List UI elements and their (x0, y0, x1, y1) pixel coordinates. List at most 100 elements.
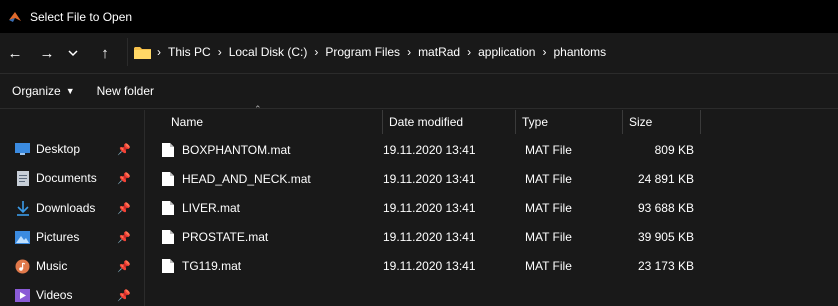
recent-locations-button[interactable] (62, 42, 84, 64)
chevron-down-icon (68, 49, 78, 56)
file-name-cell: BOXPHANTOM.mat (162, 137, 290, 163)
forward-button[interactable]: → (36, 42, 58, 64)
breadcrumb-local-disk[interactable]: Local Disk (C:) (229, 45, 308, 59)
breadcrumb-separator: › (542, 45, 547, 59)
file-type: MAT File (525, 201, 572, 215)
file-row[interactable]: PROSTATE.mat 19.11.2020 13:41 MAT File 3… (146, 224, 838, 250)
sidebar-item-label: Videos (36, 288, 73, 302)
arrow-up-icon: ↑ (101, 44, 109, 62)
pictures-icon (15, 230, 30, 245)
breadcrumb-separator: › (467, 45, 472, 59)
caret-down-icon: ▼ (65, 86, 75, 96)
pin-icon[interactable]: 📌 (117, 260, 131, 273)
back-button[interactable]: ← (4, 42, 26, 64)
command-toolbar: Organize ▼ New folder (0, 73, 838, 109)
file-type: MAT File (525, 259, 572, 273)
sidebar-item-label: Pictures (36, 230, 80, 244)
pin-icon[interactable]: 📌 (117, 143, 131, 156)
file-type: MAT File (525, 172, 572, 186)
pin-icon[interactable]: 📌 (117, 202, 131, 215)
sidebar-item-videos[interactable]: Videos 📌 (15, 282, 137, 306)
file-row[interactable]: TG119.mat 19.11.2020 13:41 MAT File 23 1… (146, 253, 838, 279)
file-date: 19.11.2020 13:41 (383, 143, 476, 157)
breadcrumb-separator: › (407, 45, 412, 59)
breadcrumb-program-files[interactable]: Program Files (325, 45, 400, 59)
videos-icon (15, 288, 30, 303)
file-icon (162, 172, 174, 186)
sidebar-item-downloads[interactable]: Downloads 📌 (15, 195, 137, 221)
column-header-label: Name (171, 115, 204, 129)
pin-icon[interactable]: 📌 (117, 172, 131, 185)
sidebar-item-label: Documents (36, 171, 97, 185)
sidebar-item-desktop[interactable]: Desktop 📌 (15, 136, 137, 162)
organize-button[interactable]: Organize ▼ (12, 84, 75, 98)
file-type: MAT File (525, 230, 572, 244)
breadcrumb-application[interactable]: application (478, 45, 535, 59)
arrow-left-icon: ← (7, 44, 23, 62)
file-size: 809 KB (654, 143, 694, 157)
breadcrumb-this-pc[interactable]: This PC (168, 45, 211, 59)
sidebar-item-label: Music (36, 259, 68, 273)
file-name-cell: HEAD_AND_NECK.mat (162, 166, 311, 192)
file-list: ⌃ Name Date modified Type Size BOXPHANTO… (146, 104, 838, 306)
column-header-type[interactable]: Type (516, 110, 623, 134)
file-icon (162, 201, 174, 215)
file-date: 19.11.2020 13:41 (383, 230, 476, 244)
column-header-date[interactable]: Date modified (383, 110, 516, 134)
file-icon (162, 143, 174, 157)
file-date: 19.11.2020 13:41 (383, 259, 476, 273)
pin-icon[interactable]: 📌 (117, 289, 131, 302)
up-button[interactable]: ↑ (94, 42, 116, 64)
file-size: 93 688 KB (637, 201, 694, 215)
file-size: 24 891 KB (637, 172, 694, 186)
file-row[interactable]: BOXPHANTOM.mat 19.11.2020 13:41 MAT File… (146, 137, 838, 163)
address-bar[interactable]: › This PC › Local Disk (C:) › Program Fi… (127, 38, 838, 66)
file-type: MAT File (525, 143, 572, 157)
sidebar-item-label: Downloads (36, 201, 96, 215)
new-folder-button[interactable]: New folder (97, 84, 154, 98)
matlab-app-icon (8, 9, 22, 24)
breadcrumb-matrad[interactable]: matRad (418, 45, 460, 59)
breadcrumb-separator: › (314, 45, 319, 59)
file-size: 23 173 KB (637, 259, 694, 273)
breadcrumb-separator: › (157, 45, 161, 59)
navigation-pane: Desktop 📌 Documents 📌 Downloads 📌 Pictur… (0, 110, 145, 306)
file-name: LIVER.mat (182, 201, 241, 215)
organize-label: Organize (12, 84, 61, 98)
file-name: PROSTATE.mat (182, 230, 269, 244)
column-header-label: Type (522, 115, 549, 129)
window-title: Select File to Open (30, 9, 133, 24)
file-size: 39 905 KB (637, 230, 694, 244)
file-name: HEAD_AND_NECK.mat (182, 172, 311, 186)
file-row[interactable]: LIVER.mat 19.11.2020 13:41 MAT File 93 6… (146, 195, 838, 221)
desktop-icon (15, 142, 30, 157)
arrow-right-icon: → (39, 44, 55, 62)
file-icon (162, 230, 174, 244)
folder-icon (134, 46, 151, 59)
file-name: BOXPHANTOM.mat (182, 143, 291, 157)
navigation-bar: ← → ↑ › This PC › Local Disk (C:) › Prog… (0, 33, 838, 73)
column-header-name[interactable]: ⌃ Name (165, 104, 383, 134)
sidebar-item-pictures[interactable]: Pictures 📌 (15, 224, 137, 250)
file-name: TG119.mat (182, 259, 242, 273)
sidebar-item-music[interactable]: Music 📌 (15, 253, 137, 279)
file-name-cell: TG119.mat (162, 253, 241, 279)
file-row[interactable]: HEAD_AND_NECK.mat 19.11.2020 13:41 MAT F… (146, 166, 838, 192)
file-date: 19.11.2020 13:41 (383, 172, 476, 186)
file-name-cell: PROSTATE.mat (162, 224, 268, 250)
file-name-cell: LIVER.mat (162, 195, 240, 221)
file-icon (162, 259, 174, 273)
sidebar-item-documents[interactable]: Documents 📌 (15, 165, 137, 191)
breadcrumb-phantoms[interactable]: phantoms (553, 45, 606, 59)
column-header-label: Date modified (389, 115, 464, 129)
sort-ascending-icon: ⌃ (254, 104, 262, 114)
downloads-icon (15, 200, 30, 216)
music-icon (15, 259, 30, 274)
column-header-size[interactable]: Size (623, 110, 701, 134)
pin-icon[interactable]: 📌 (117, 231, 131, 244)
breadcrumb-separator: › (217, 45, 222, 59)
documents-icon (15, 170, 30, 186)
file-date: 19.11.2020 13:41 (383, 201, 476, 215)
title-bar: Select File to Open (0, 0, 838, 33)
sidebar-item-label: Desktop (36, 142, 81, 156)
